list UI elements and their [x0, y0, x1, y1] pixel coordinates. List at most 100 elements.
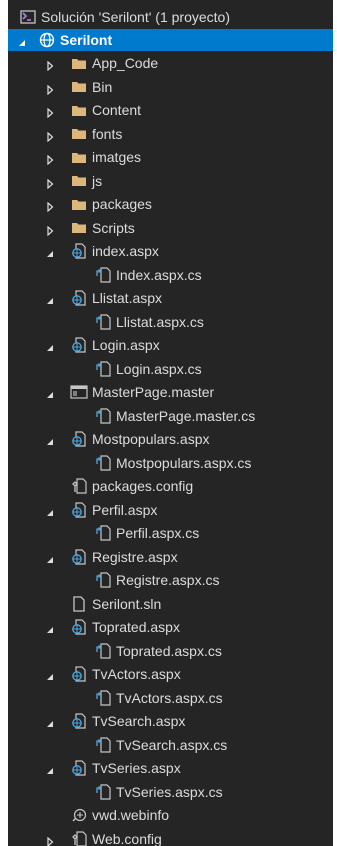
- tree-item-label: Bin: [92, 78, 113, 95]
- folder-icon: [70, 173, 88, 189]
- tree-item-label: Serilont.sln: [92, 595, 162, 612]
- tree-item[interactable]: Scripts: [8, 217, 333, 239]
- tree-item[interactable]: js: [8, 170, 333, 192]
- tree-item[interactable]: Perfil.aspx: [8, 499, 333, 521]
- code-file-icon: [94, 266, 112, 283]
- tree-item-label: index.aspx: [92, 243, 159, 259]
- tree-item[interactable]: Registre.aspx: [8, 546, 333, 568]
- solution-node[interactable]: Solución 'Serilont' (1 proyecto): [8, 6, 333, 28]
- tree-item-label: Index.aspx.cs: [116, 266, 202, 283]
- config-file-icon: [70, 830, 88, 846]
- expanded-arrow-icon[interactable]: [45, 622, 55, 633]
- tree-item[interactable]: imatges: [8, 146, 333, 168]
- tree-item[interactable]: Web.config: [8, 828, 333, 846]
- tree-item[interactable]: Login.aspx.cs: [8, 358, 333, 380]
- tree-item[interactable]: TvActors.aspx.cs: [8, 687, 333, 709]
- expanded-arrow-icon[interactable]: [45, 246, 55, 257]
- tree-item[interactable]: Llistat.aspx: [8, 287, 333, 309]
- tree-item[interactable]: fonts: [8, 123, 333, 145]
- tree-item[interactable]: Content: [8, 99, 333, 121]
- tree-item[interactable]: TvSearch.aspx: [8, 710, 333, 732]
- master-page-icon: [70, 384, 88, 400]
- tree-item[interactable]: App_Code: [8, 52, 333, 74]
- tree-item-label: Scripts: [92, 219, 135, 236]
- tree-item-label: App_Code: [92, 55, 159, 71]
- project-node[interactable]: Serilont: [8, 29, 333, 51]
- tree-item[interactable]: MasterPage.master.cs: [8, 405, 333, 427]
- tree-item[interactable]: Mostpopulars.aspx.cs: [8, 452, 333, 474]
- collapsed-arrow-icon[interactable]: [45, 834, 55, 846]
- tree-item-label: Perfil.aspx.cs: [116, 525, 200, 541]
- globe-project-icon: [38, 32, 56, 48]
- tree-item-label: packages.config: [92, 478, 194, 494]
- tree-item[interactable]: Index.aspx.cs: [8, 264, 333, 286]
- collapsed-arrow-icon[interactable]: [45, 58, 55, 72]
- folder-icon: [70, 79, 88, 95]
- tree-item-label: Toprated.aspx: [92, 619, 180, 635]
- expanded-arrow-icon[interactable]: [17, 35, 27, 46]
- web-file-icon: [70, 290, 88, 306]
- tree-item[interactable]: TvSeries.aspx.cs: [8, 781, 333, 803]
- expanded-arrow-icon[interactable]: [45, 669, 55, 680]
- tree-item[interactable]: Llistat.aspx.cs: [8, 311, 333, 333]
- tree-item-label: Login.aspx: [92, 337, 160, 353]
- code-file-icon: [94, 736, 112, 753]
- collapsed-arrow-icon[interactable]: [45, 105, 55, 119]
- tree-item[interactable]: Toprated.aspx: [8, 616, 333, 638]
- document-icon: [70, 595, 88, 612]
- tree-item[interactable]: Serilont.sln: [8, 593, 333, 615]
- tree-item-label: Llistat.aspx.cs: [116, 313, 204, 330]
- expanded-arrow-icon[interactable]: [45, 387, 55, 398]
- project-label: Serilont: [60, 32, 113, 48]
- webinfo-file-icon: [70, 807, 88, 823]
- tree-item-label: Perfil.aspx: [92, 501, 158, 518]
- tree-item[interactable]: Toprated.aspx.cs: [8, 640, 333, 662]
- expanded-arrow-icon[interactable]: [45, 293, 55, 304]
- tree-item[interactable]: vwd.webinfo: [8, 804, 333, 826]
- tree-item-label: MasterPage.master: [92, 384, 215, 400]
- tree-item-label: imatges: [92, 149, 142, 165]
- web-file-icon: [70, 337, 88, 353]
- folder-icon: [70, 220, 88, 236]
- code-file-icon: [94, 572, 112, 588]
- tree-item-label: Toprated.aspx.cs: [116, 642, 222, 659]
- tree-item[interactable]: packages.config: [8, 475, 333, 497]
- tree-item[interactable]: TvSeries.aspx: [8, 757, 333, 779]
- solution-label: Solución 'Serilont' (1 proyecto): [41, 9, 230, 25]
- tree-item-label: Registre.aspx: [92, 548, 178, 565]
- tree-item-label: Llistat.aspx: [92, 290, 163, 306]
- tree-item[interactable]: Bin: [8, 76, 333, 98]
- tree-item[interactable]: Mostpopulars.aspx: [8, 428, 333, 450]
- tree-item-label: Mostpopulars.aspx.cs: [116, 454, 252, 471]
- tree-item[interactable]: TvActors.aspx: [8, 663, 333, 685]
- collapsed-arrow-icon[interactable]: [45, 152, 55, 166]
- folder-icon: [70, 126, 88, 142]
- collapsed-arrow-icon[interactable]: [45, 129, 55, 142]
- tree-item-label: TvSeries.aspx.cs: [116, 783, 223, 800]
- code-file-icon: [94, 783, 112, 800]
- expanded-arrow-icon[interactable]: [45, 552, 55, 563]
- code-file-icon: [94, 454, 112, 471]
- expanded-arrow-icon[interactable]: [45, 434, 55, 445]
- web-file-icon: [70, 619, 88, 635]
- folder-icon: [70, 149, 88, 165]
- expanded-arrow-icon[interactable]: [45, 763, 55, 774]
- tree-item-label: TvActors.aspx: [92, 666, 181, 682]
- tree-item-label: TvSearch.aspx: [92, 713, 186, 729]
- collapsed-arrow-icon[interactable]: [45, 223, 55, 236]
- tree-item[interactable]: index.aspx: [8, 240, 333, 262]
- expanded-arrow-icon[interactable]: [45, 505, 55, 516]
- collapsed-arrow-icon[interactable]: [45, 176, 55, 189]
- expanded-arrow-icon[interactable]: [45, 716, 55, 727]
- expanded-arrow-icon[interactable]: [45, 340, 55, 351]
- tree-item[interactable]: MasterPage.master: [8, 381, 333, 403]
- tree-item[interactable]: TvSearch.aspx.cs: [8, 734, 333, 756]
- collapsed-arrow-icon[interactable]: [45, 82, 55, 95]
- tree-item[interactable]: Login.aspx: [8, 334, 333, 356]
- tree-item[interactable]: packages: [8, 193, 333, 215]
- code-file-icon: [94, 360, 112, 377]
- tree-item[interactable]: Registre.aspx.cs: [8, 569, 333, 591]
- collapsed-arrow-icon[interactable]: [45, 199, 55, 213]
- web-file-icon: [70, 243, 88, 259]
- tree-item[interactable]: Perfil.aspx.cs: [8, 522, 333, 544]
